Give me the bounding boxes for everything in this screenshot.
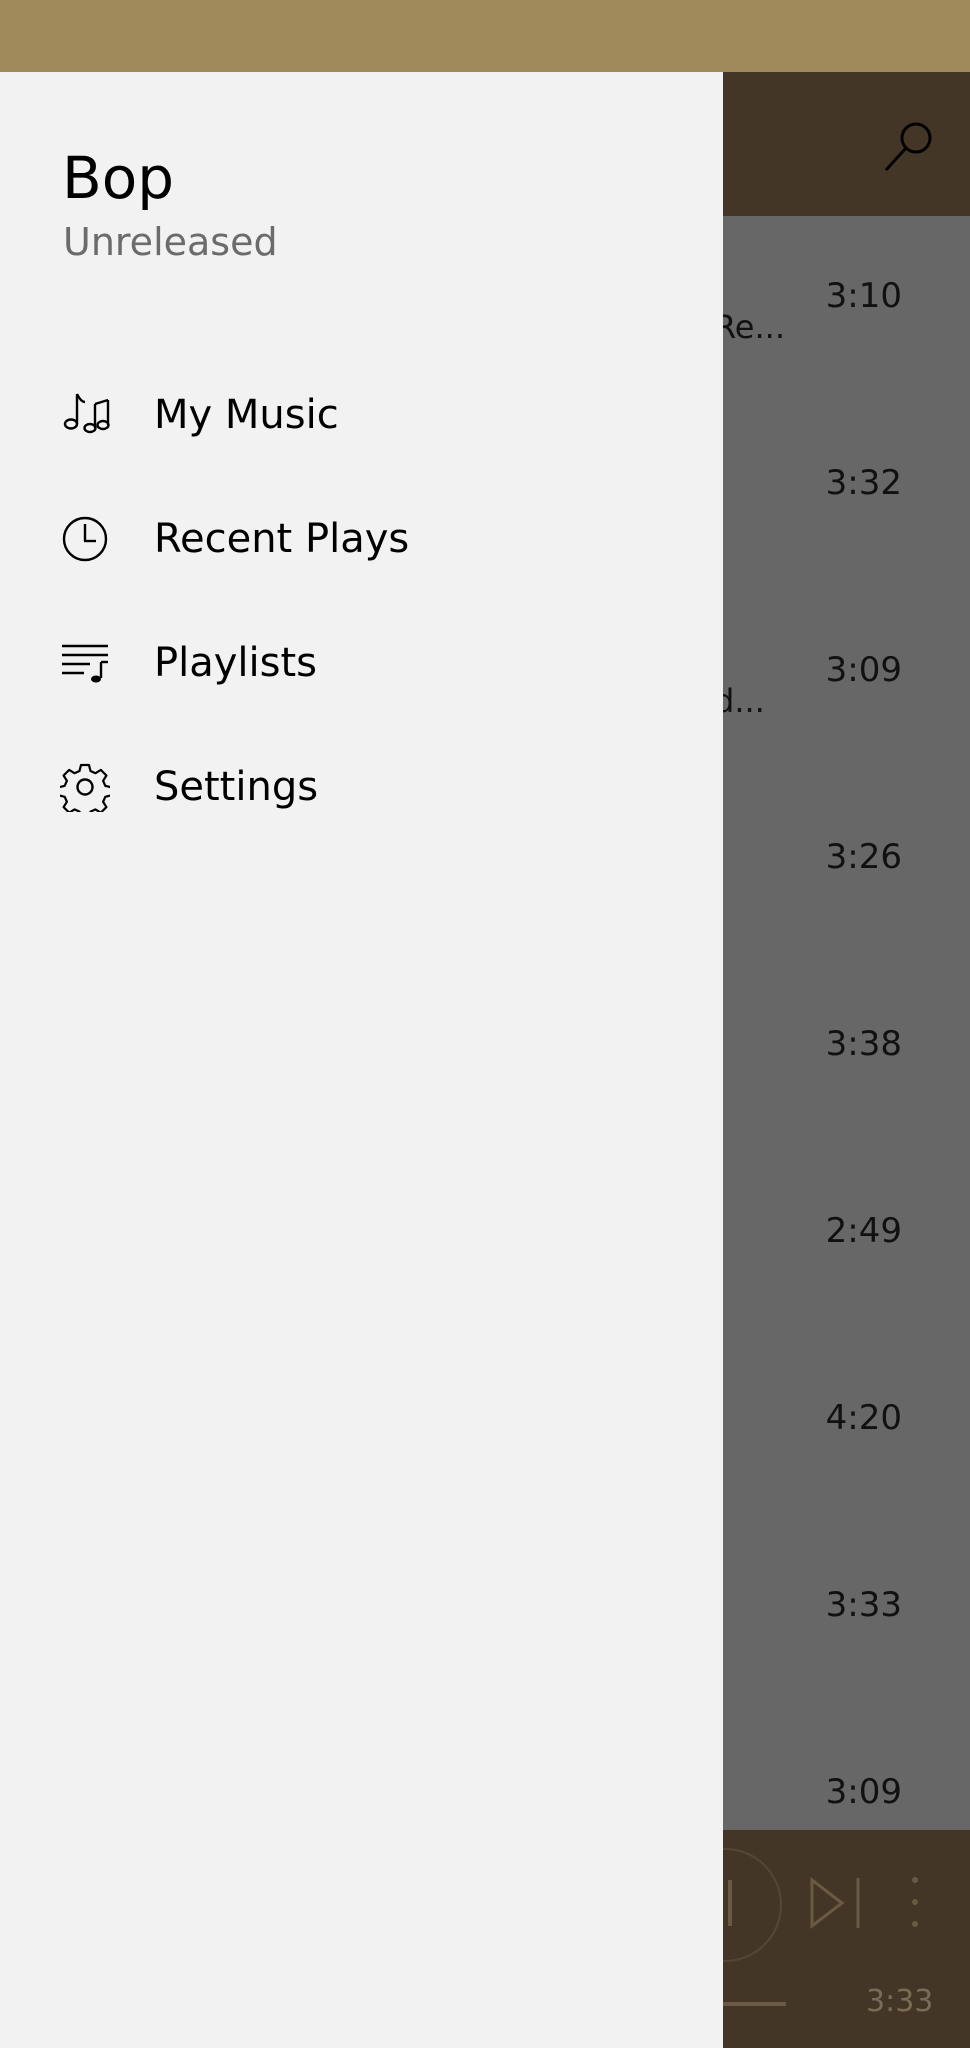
song-duration: 3:33 (825, 1585, 902, 1625)
status-bar (0, 0, 970, 72)
nav-item-my-music[interactable]: My Music (0, 372, 723, 496)
navigation-drawer: Bop Unreleased My Music Recent Plays Pla… (0, 72, 723, 2048)
progress-track[interactable] (714, 2002, 786, 2006)
nav-item-recent-plays[interactable]: Recent Plays (0, 496, 723, 620)
nav-item-settings[interactable]: Settings (0, 744, 723, 868)
song-duration: 3:09 (825, 650, 902, 690)
music-note-icon (63, 393, 110, 434)
song-duration: 3:26 (825, 837, 902, 877)
song-duration: 2:49 (825, 1211, 902, 1251)
nav-label: Settings (154, 764, 319, 810)
app-subtitle: Unreleased (63, 220, 278, 264)
song-duration: 3:38 (825, 1024, 902, 1064)
pause-icon (728, 1880, 732, 1926)
app-title: Bop (62, 144, 175, 212)
gear-icon (60, 763, 110, 812)
skip-next-icon[interactable] (808, 1874, 864, 1932)
player-time: 3:33 (866, 1984, 934, 2019)
song-duration: 3:10 (825, 276, 902, 316)
song-duration: 3:09 (825, 1772, 902, 1812)
nav-label: Recent Plays (154, 516, 410, 562)
more-vertical-icon[interactable] (902, 1872, 928, 1932)
nav-item-playlists[interactable]: Playlists (0, 620, 723, 744)
song-artist: Re... (714, 308, 785, 346)
nav-label: Playlists (154, 640, 318, 686)
search-icon[interactable] (872, 112, 944, 184)
song-duration: 4:20 (825, 1398, 902, 1438)
playlist-icon (62, 644, 108, 683)
song-duration: 3:32 (825, 463, 902, 503)
clock-icon (62, 516, 108, 562)
nav-label: My Music (154, 392, 339, 438)
